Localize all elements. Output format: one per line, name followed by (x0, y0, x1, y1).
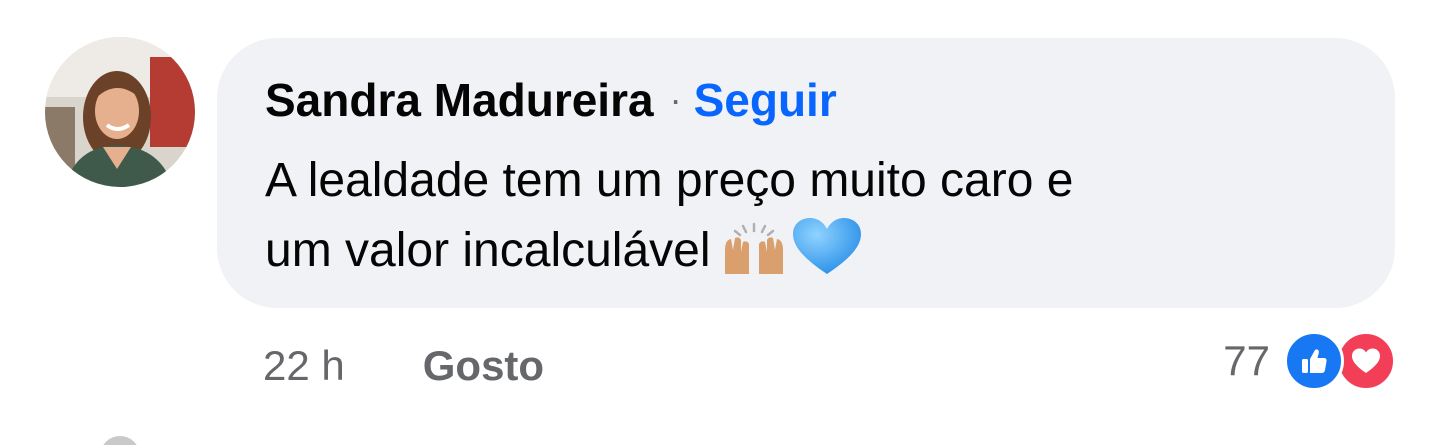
comment-text-line-2-text: um valor incalculável (265, 224, 711, 277)
comment: Sandra Madureira · Seguir A lealdade tem… (0, 0, 1440, 445)
reactions-summary[interactable]: 77 (1223, 330, 1396, 392)
next-comment-avatar (100, 436, 140, 445)
like-button[interactable]: Gosto (423, 342, 544, 390)
love-icon (1336, 331, 1396, 391)
author-name[interactable]: Sandra Madureira (265, 73, 654, 127)
comment-text: A lealdade tem um preço muito caro e um … (265, 146, 1345, 296)
blue-heart-emoji-icon (791, 216, 863, 296)
comment-text-line-1: A lealdade tem um preço muito caro e (265, 154, 1074, 207)
follow-button[interactable]: Seguir (694, 73, 837, 127)
comment-timestamp[interactable]: 22 h (263, 342, 345, 390)
author-avatar[interactable] (45, 37, 195, 187)
comment-header: Sandra Madureira · Seguir (265, 72, 837, 128)
separator-dot: · (669, 79, 682, 120)
like-icon (1284, 331, 1344, 391)
comment-bubble: Sandra Madureira · Seguir A lealdade tem… (217, 38, 1395, 308)
reaction-count: 77 (1223, 337, 1270, 384)
comment-text-line-2: um valor incalculável (265, 216, 1345, 296)
raising-hands-emoji-icon (721, 222, 787, 296)
comment-actions: 22 h Gosto (263, 338, 544, 394)
